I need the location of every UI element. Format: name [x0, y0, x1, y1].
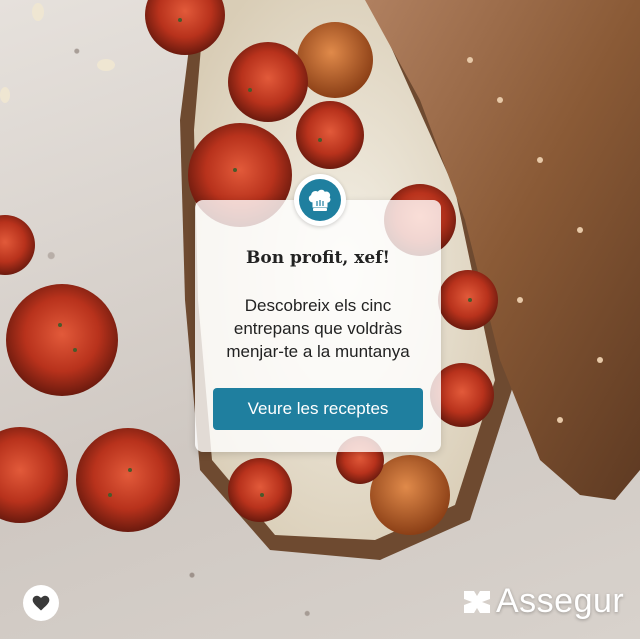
description-line: Descobreix els cinc	[244, 296, 392, 315]
loose-tomato-slices	[0, 215, 180, 532]
chef-badge	[294, 174, 346, 226]
card-title: Bon profit, xef!	[246, 248, 390, 268]
brand-name: Assegur	[496, 582, 625, 620]
chef-hat-icon	[299, 179, 341, 221]
brand-logo: Assegur	[462, 582, 624, 621]
description-line: menjar-te a la muntanya	[226, 342, 410, 361]
ad-canvas: Bon profit, xef! Descobreix els cinc ent…	[0, 0, 640, 639]
promo-card: Bon profit, xef! Descobreix els cinc ent…	[195, 200, 441, 452]
pine-nuts	[0, 3, 115, 103]
view-recipes-button[interactable]: Veure les receptes	[213, 388, 423, 430]
heart-icon	[32, 595, 50, 611]
assegur-logo-icon	[464, 590, 490, 613]
description-line: entrepans que voldràs	[233, 319, 403, 338]
card-description: Descobreix els cinc entrepans que voldrà…	[207, 294, 429, 363]
favorite-button[interactable]	[23, 585, 59, 621]
